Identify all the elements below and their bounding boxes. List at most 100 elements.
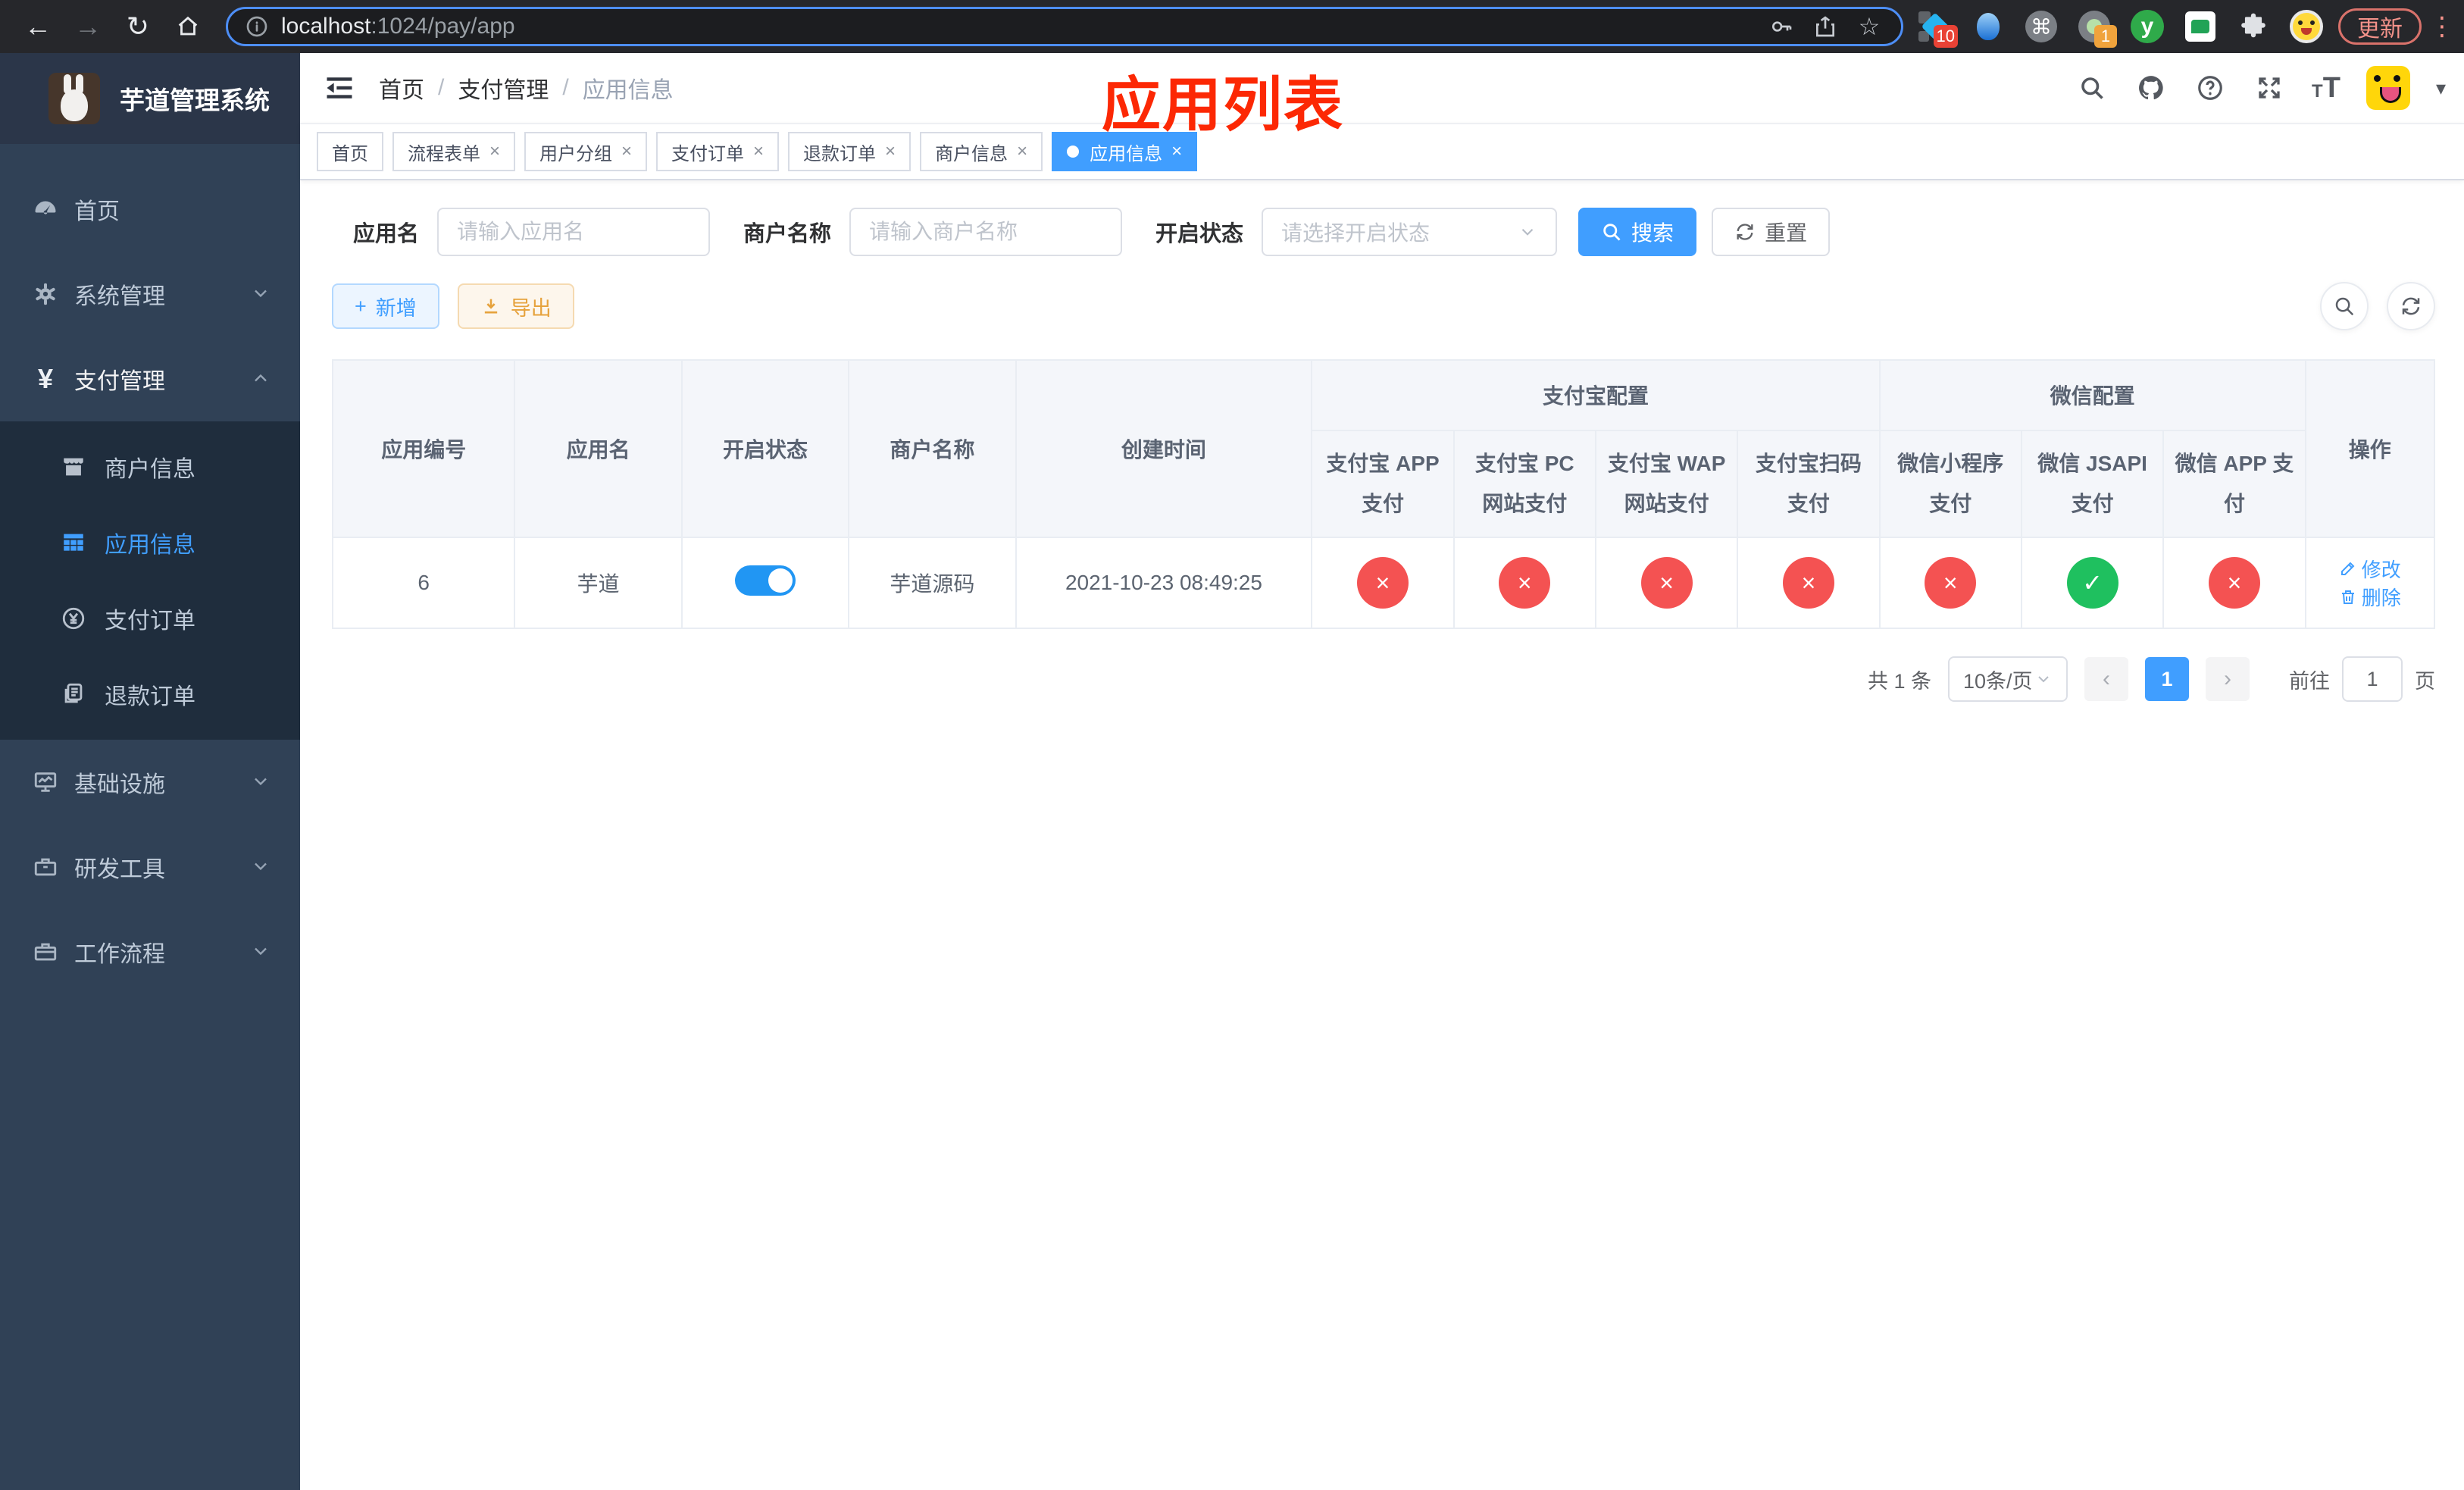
sidebar-item-merchant-info[interactable]: 商户信息 — [0, 429, 300, 505]
bookmark-star-icon[interactable]: ☆ — [1854, 11, 1884, 42]
sidebar-item-devtools[interactable]: 研发工具 — [0, 825, 300, 909]
search-button[interactable]: 搜索 — [1578, 208, 1697, 256]
app-logo-row[interactable]: 芋道管理系统 — [0, 53, 300, 144]
col-header-app-id: 应用编号 — [331, 359, 516, 538]
chevron-down-icon — [250, 283, 273, 305]
sidebar-item-label: 基础设施 — [74, 772, 165, 797]
tab-user-group[interactable]: 用户分组 × — [524, 132, 648, 171]
browser-update-button[interactable]: 更新 — [2338, 8, 2422, 45]
browser-profile-avatar[interactable] — [2290, 10, 2323, 43]
page-number-1[interactable]: 1 — [2145, 657, 2189, 701]
tab-process-form[interactable]: 流程表单 × — [392, 132, 516, 171]
breadcrumb-payment[interactable]: 支付管理 — [458, 71, 549, 105]
extensions-puzzle-icon[interactable] — [2237, 10, 2270, 43]
yen-icon: ¥ — [37, 363, 54, 394]
show-search-toggle-icon[interactable] — [2320, 282, 2369, 330]
tab-refund-order[interactable]: 退款订单 × — [788, 132, 911, 171]
sidebar-item-label: 支付管理 — [74, 369, 165, 394]
extension-chat-icon[interactable] — [2184, 10, 2217, 43]
extension-command-icon[interactable]: ⌘ — [2025, 10, 2058, 43]
fullscreen-icon[interactable] — [2253, 71, 2286, 105]
share-icon[interactable] — [1810, 11, 1840, 42]
extension-diamond-icon[interactable]: 10 — [1918, 10, 1958, 48]
extension-balloon-icon[interactable] — [1972, 10, 2005, 43]
merchant-name-label: 商户名称 — [743, 222, 832, 246]
github-icon[interactable] — [2134, 71, 2168, 105]
refresh-icon[interactable] — [2387, 282, 2435, 330]
goto-page: 前往 页 — [2289, 656, 2435, 702]
caret-down-icon[interactable]: ▾ — [2436, 77, 2446, 100]
cell-merchant: 芋道源码 — [848, 537, 1017, 629]
sidebar-item-refund-order[interactable]: 退款订单 — [0, 656, 300, 732]
edit-pencil-icon — [2340, 562, 2355, 575]
search-icon[interactable] — [2075, 71, 2109, 105]
next-page-button[interactable]: › — [2206, 657, 2250, 701]
col-header-created: 创建时间 — [1015, 359, 1313, 538]
goto-page-input[interactable] — [2342, 656, 2403, 702]
enabled-toggle[interactable] — [735, 565, 796, 596]
font-size-icon[interactable]: TT — [2312, 72, 2340, 105]
sidebar-item-workflow[interactable]: 工作流程 — [0, 909, 300, 994]
navbar-actions: TT ▾ — [2075, 66, 2446, 110]
sidebar-item-infra[interactable]: 基础设施 — [0, 740, 300, 825]
dashboard-gauge-icon — [30, 194, 61, 224]
close-icon[interactable]: × — [885, 141, 896, 162]
delete-link[interactable]: 删除 — [2339, 583, 2401, 611]
extension-toolbar: 10 ⌘ 1 y — [1918, 10, 2323, 48]
payment-submenu: 商户信息 应用信息 支付订单 退款订单 — [0, 421, 300, 740]
browser-menu-icon[interactable]: ⋮ — [2429, 11, 2455, 42]
status-label: 开启状态 — [1155, 222, 1244, 246]
tab-pay-order[interactable]: 支付订单 × — [656, 132, 780, 171]
cell-app-name: 芋道 — [514, 537, 683, 629]
cell-created: 2021-10-23 08:49:25 — [1015, 537, 1313, 629]
browser-forward-icon[interactable]: → — [68, 7, 108, 46]
user-avatar[interactable] — [2366, 66, 2410, 110]
edit-link[interactable]: 修改 — [2339, 555, 2401, 583]
breadcrumb-home[interactable]: 首页 — [379, 71, 424, 105]
sidebar-collapse-icon[interactable] — [323, 71, 356, 105]
merchant-name-input[interactable] — [849, 208, 1123, 256]
page-annotation: 应用列表 — [1102, 71, 1345, 138]
help-icon[interactable] — [2194, 71, 2227, 105]
col-group-wechat: 微信配置 — [1878, 359, 2306, 431]
tab-merchant-info[interactable]: 商户信息 × — [920, 132, 1043, 171]
browser-home-icon[interactable] — [168, 7, 208, 46]
sidebar-item-payment[interactable]: ¥ 支付管理 — [0, 337, 300, 421]
sidebar-item-system[interactable]: 系统管理 — [0, 252, 300, 337]
sidebar-item-label: 商户信息 — [105, 457, 195, 482]
sidebar-item-home[interactable]: 首页 — [0, 167, 300, 252]
chevron-down-icon — [2034, 670, 2053, 688]
close-icon[interactable]: × — [1171, 141, 1182, 162]
app-name-input[interactable] — [437, 208, 711, 256]
extension-y-icon[interactable]: y — [2131, 10, 2164, 43]
browser-back-icon[interactable]: ← — [18, 7, 58, 46]
password-key-icon[interactable] — [1766, 11, 1796, 42]
close-icon[interactable]: × — [753, 141, 764, 162]
extension-badge: 1 — [2094, 25, 2117, 48]
extension-avatar-icon[interactable]: 1 — [2078, 10, 2117, 48]
col-header-alipay-wap: 支付宝 WAP 网站支付 — [1594, 429, 1739, 539]
reset-button[interactable]: 重置 — [1712, 208, 1831, 256]
site-info-icon[interactable] — [245, 14, 269, 39]
status-select[interactable]: 请选择开启状态 — [1262, 208, 1558, 256]
tab-home[interactable]: 首页 — [317, 132, 383, 171]
table-grid-icon — [59, 528, 88, 557]
url-bar[interactable]: localhost:1024/pay/app ☆ — [226, 7, 1903, 46]
page-content: 应用名 商户名称 开启状态 请选择开启状态 搜索 重置 — [300, 180, 2464, 702]
browser-reload-icon[interactable]: ↻ — [118, 7, 158, 46]
close-icon[interactable]: × — [621, 141, 632, 162]
page-size-select[interactable]: 10条/页 — [1948, 656, 2068, 702]
table-row: 6 芋道 芋道源码 2021-10-23 08:49:25 × × × × × … — [331, 537, 2436, 629]
sidebar-item-app-info[interactable]: 应用信息 — [0, 505, 300, 581]
close-icon[interactable]: × — [489, 141, 500, 162]
col-header-status: 开启状态 — [680, 359, 850, 538]
gear-icon — [30, 279, 61, 309]
sidebar-item-pay-order[interactable]: 支付订单 — [0, 581, 300, 656]
export-button[interactable]: 导出 — [457, 283, 574, 329]
sidebar-menu: 首页 系统管理 ¥ 支付管理 商户信息 应用信息 支付订单 退款订单 基础设施 … — [0, 167, 300, 994]
page-suffix: 页 — [2415, 669, 2435, 693]
add-button[interactable]: + 新增 — [332, 283, 439, 329]
app-table: 应用编号 应用名 开启状态 商户名称 创建时间 支付宝配置 微信配置 操作 支付… — [331, 359, 2436, 629]
close-icon[interactable]: × — [1017, 141, 1027, 162]
prev-page-button[interactable]: ‹ — [2084, 657, 2128, 701]
